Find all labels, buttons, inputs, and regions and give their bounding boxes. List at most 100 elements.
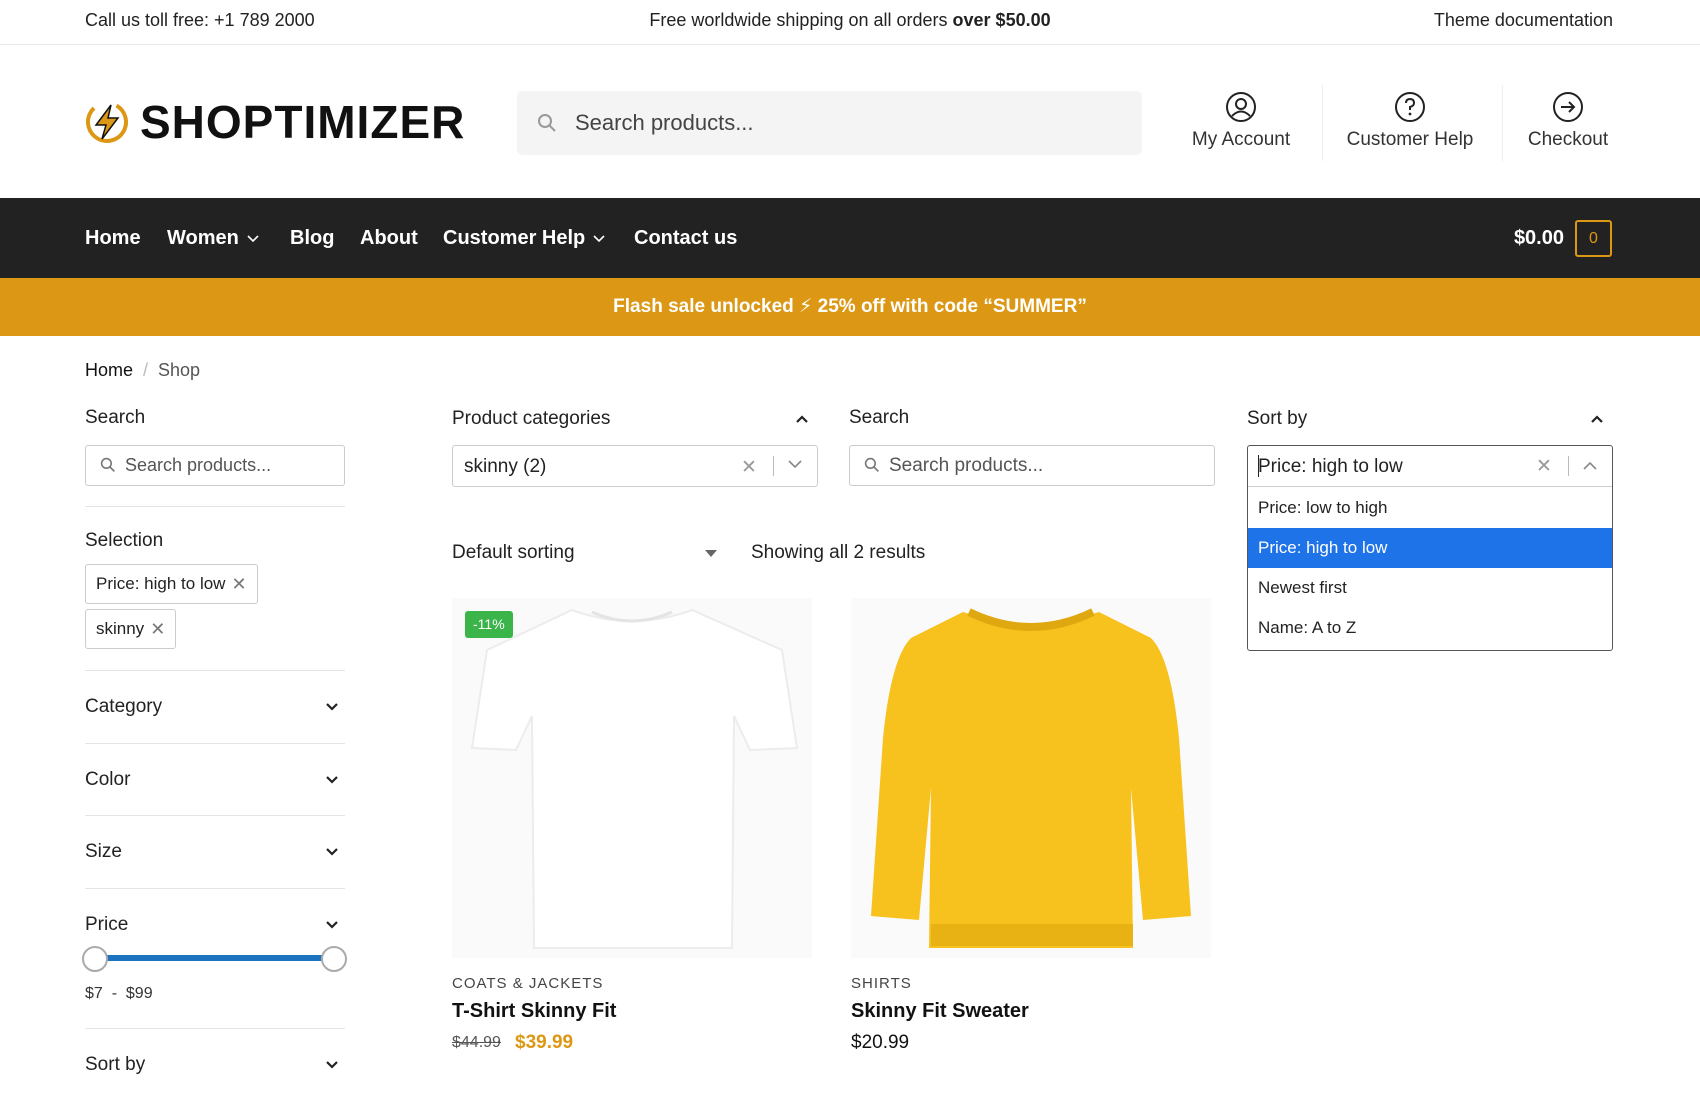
accordion-sort-by[interactable]: Sort by [85,1054,345,1076]
results-count: Showing all 2 results [751,542,926,563]
filter-search-input[interactable] [889,446,1199,485]
default-sorting-select[interactable]: Default sorting [452,542,575,564]
accordion-category[interactable]: Category [85,696,345,718]
lightning-logo-icon [86,101,128,144]
price-slider-max-handle[interactable] [321,946,347,972]
active-filter-chip[interactable]: Price: high to low ✕ [85,564,258,604]
accordion-price[interactable]: Price [85,914,345,936]
accordion-label: Sort by [85,1054,146,1075]
shipping-text: Free worldwide shipping on all orders [649,10,953,30]
accordion-size[interactable]: Size [85,841,345,863]
theme-docs-link[interactable]: Theme documentation [1434,10,1613,31]
accordion-label: Price [85,914,129,935]
flash-sale-banner: Flash sale unlocked ⚡ 25% off with code … [0,278,1700,336]
sidebar-search-input[interactable] [125,446,335,485]
cart-total[interactable]: $0.00 [1514,198,1564,278]
chevron-down-icon [247,235,259,242]
my-account-label: My Account [1191,129,1291,150]
chevron-down-icon [326,776,338,784]
arrow-right-circle-icon [1553,92,1583,122]
nav-women-label: Women [167,227,239,249]
my-account-link[interactable]: My Account [1188,91,1294,151]
clear-icon[interactable]: ✕ [1536,455,1552,478]
nav-blog[interactable]: Blog [290,198,334,278]
price-max: $99 [125,985,153,1002]
product-category[interactable]: COATS & JACKETS [452,975,603,992]
breadcrumb-current: Shop [158,360,201,380]
nav-home[interactable]: Home [85,198,141,278]
chevron-down-icon[interactable] [787,458,803,470]
accordion-label: Color [85,769,131,790]
close-icon[interactable]: ✕ [150,610,165,648]
sidebar-search-label: Search [85,407,146,428]
clear-icon[interactable]: ✕ [741,456,757,479]
product-sale-price: $39.99 [515,1032,574,1053]
sidebar-divider [85,888,345,889]
product-image[interactable] [452,598,812,958]
filter-search[interactable] [849,445,1215,486]
nav-customer-help[interactable]: Customer Help [443,198,605,278]
sort-option-selected[interactable]: Price: high to low [1248,528,1612,568]
chevron-up-icon[interactable] [795,414,809,424]
main-navigation: Home Women Blog About Customer Help Cont… [0,198,1700,278]
sort-option[interactable]: Price: low to high [1248,488,1612,528]
product-image[interactable] [851,598,1211,958]
sidebar-divider [85,815,345,816]
sort-by-select[interactable]: Price: high to low ✕ [1248,446,1612,487]
sidebar-search[interactable] [85,445,345,486]
sort-by-dropdown[interactable]: Price: high to low ✕ Price: low to high … [1247,445,1613,651]
sidebar-divider [85,506,345,507]
sort-option[interactable]: Newest first [1248,568,1612,608]
accordion-color[interactable]: Color [85,769,345,791]
price-dash: - [111,985,118,1002]
chevron-up-icon[interactable] [1590,414,1604,424]
sort-option[interactable]: Name: A to Z [1248,608,1612,648]
accordion-label: Category [85,696,163,717]
price-slider-min-handle[interactable] [82,946,108,972]
nav-customer-help-label: Customer Help [443,227,586,249]
nav-about[interactable]: About [360,198,418,278]
cart-count-badge[interactable]: 0 [1575,220,1612,257]
active-filter-chip[interactable]: skinny ✕ [85,609,177,649]
header-search-input[interactable] [575,91,1125,155]
sidebar-divider [85,743,345,744]
breadcrumb-home[interactable]: Home [85,360,133,380]
selected-category: skinny (2) [464,456,547,477]
breadcrumb-separator: / [143,360,149,380]
price-min: $7 [85,985,103,1002]
sort-selected-value: Price: high to low [1258,456,1403,477]
user-icon [1226,92,1256,122]
select-separator [773,456,774,476]
product-categories-select[interactable]: skinny (2) ✕ [452,445,818,487]
product-title[interactable]: Skinny Fit Sweater [851,1000,1029,1023]
chevron-down-icon [326,703,338,711]
product-category[interactable]: SHIRTS [851,975,912,992]
logo-text: SHOPTIMIZER [140,96,466,148]
caret-down-icon[interactable] [704,549,718,558]
customer-help-label: Customer Help [1346,129,1474,150]
shipping-threshold: over $50.00 [952,10,1051,30]
customer-help-link[interactable]: Customer Help [1344,91,1476,151]
sweater-image [851,598,1211,958]
close-icon[interactable]: ✕ [231,565,246,603]
nav-contact[interactable]: Contact us [634,198,737,278]
header-search[interactable] [517,91,1142,155]
chevron-down-icon [593,235,605,242]
chip-label: skinny [96,619,145,638]
selection-label: Selection [85,530,164,551]
logo[interactable]: SHOPTIMIZER [84,95,465,149]
product-categories-label: Product categories [452,408,611,429]
accordion-label: Size [85,841,122,862]
nav-women[interactable]: Women [167,198,259,278]
price-slider-track[interactable] [96,955,334,961]
chevron-down-icon [326,1061,338,1069]
search-icon [864,457,879,472]
checkout-link[interactable]: Checkout [1524,91,1612,151]
product-title[interactable]: T-Shirt Skinny Fit [452,1000,616,1023]
sidebar-divider [85,670,345,671]
chevron-up-icon[interactable] [1582,460,1598,472]
chip-label: Price: high to low [96,574,226,593]
site-header: SHOPTIMIZER My Account Customer Help [0,45,1700,198]
breadcrumb: Home / Shop [85,360,200,381]
price-range-text: $7 - $99 [85,985,153,1003]
